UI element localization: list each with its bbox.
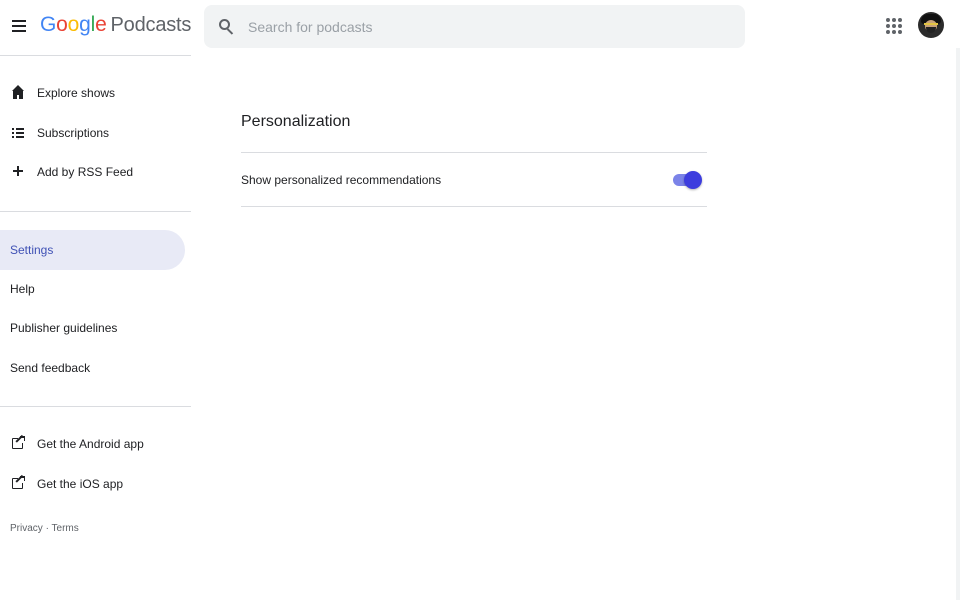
external-link-icon	[11, 474, 27, 492]
logo-letter: g	[79, 13, 91, 36]
sidebar-item-settings[interactable]: Settings	[0, 230, 185, 270]
setting-label: Show personalized recommendations	[241, 173, 442, 187]
page-scrollbar[interactable]	[956, 48, 960, 600]
search-icon[interactable]	[219, 18, 235, 35]
sidebar-item-label: Send feedback	[10, 361, 91, 375]
sidebar-item-label: Add by RSS Feed	[37, 165, 134, 179]
sidebar-divider	[0, 55, 191, 56]
external-link-icon	[11, 434, 27, 452]
sidebar-item-label: Settings	[10, 243, 54, 257]
sidebar-item-label: Get the iOS app	[37, 477, 124, 491]
logo-letter: o	[56, 13, 68, 36]
sidebar-item-label: Help	[10, 282, 35, 296]
footer-links: Privacy · Terms	[10, 523, 79, 534]
sidebar-divider	[0, 406, 191, 407]
sidebar-item-subscriptions[interactable]: Subscriptions	[0, 113, 185, 153]
section-title: Personalization	[241, 113, 351, 130]
apps-grid-icon[interactable]	[886, 18, 902, 34]
sidebar-item-label: Explore shows	[37, 86, 116, 100]
sidebar-item-label: Publisher guidelines	[10, 321, 118, 335]
logo-letter: o	[67, 13, 80, 36]
section-divider	[241, 206, 707, 207]
personalized-recommendations-toggle[interactable]	[672, 169, 702, 191]
terms-link[interactable]: Terms	[52, 523, 79, 534]
home-icon	[11, 85, 27, 101]
top-app-bar: Google Podcasts	[0, 0, 960, 52]
privacy-link[interactable]: Privacy	[10, 523, 43, 534]
sidebar-divider	[0, 211, 191, 212]
sidebar-item-android-app[interactable]: Get the Android app	[0, 424, 185, 464]
sidebar-item-ios-app[interactable]: Get the iOS app	[0, 464, 185, 504]
sidebar-item-add-rss[interactable]: Add by RSS Feed	[0, 152, 185, 192]
google-podcasts-logo[interactable]: Google Podcasts	[40, 13, 191, 41]
sidebar-item-label: Get the Android app	[37, 437, 144, 451]
search-input[interactable]	[248, 18, 708, 35]
sidebar-item-send-feedback[interactable]: Send feedback	[0, 348, 185, 388]
footer-separator: ·	[45, 523, 49, 534]
sidebar-item-help[interactable]: Help	[0, 269, 185, 309]
search-bar[interactable]	[204, 5, 745, 48]
sidebar-item-publisher-guidelines[interactable]: Publisher guidelines	[0, 308, 185, 348]
sidebar-nav: Explore shows Subscriptions Add by RSS F…	[0, 52, 191, 600]
logo-letter: e	[95, 13, 107, 36]
logo-product-name: Podcasts	[110, 14, 192, 36]
toggle-thumb	[684, 171, 702, 189]
google-wordmark: Google	[40, 13, 107, 37]
list-icon	[11, 125, 27, 141]
sidebar-item-explore-shows[interactable]: Explore shows	[0, 73, 185, 113]
plus-icon	[11, 164, 27, 180]
setting-row-personalized-recommendations[interactable]: Show personalized recommendations	[241, 153, 707, 206]
logo-letter: G	[40, 13, 57, 36]
sidebar-item-label: Subscriptions	[37, 126, 110, 140]
hamburger-menu-icon[interactable]	[8, 14, 32, 38]
user-avatar[interactable]	[918, 12, 944, 38]
